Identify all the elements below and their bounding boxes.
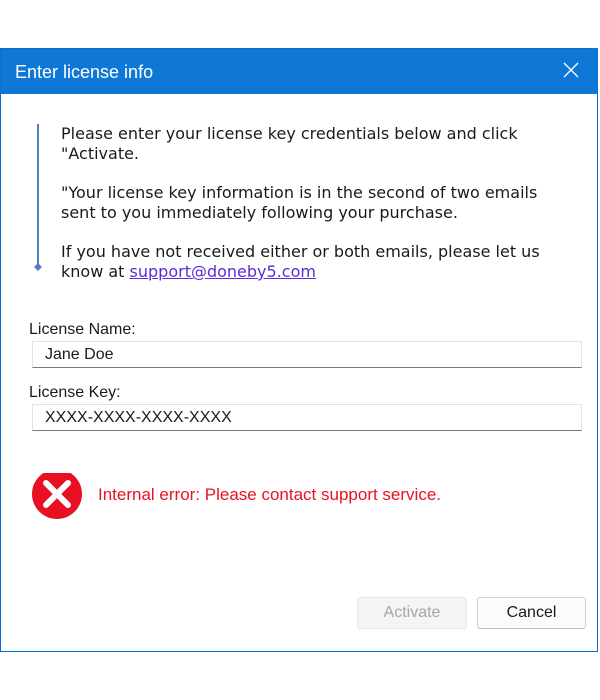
cancel-button[interactable]: Cancel: [477, 597, 586, 629]
info-text: Please enter your license key credential…: [61, 124, 571, 301]
info-block: Please enter your license key credential…: [34, 124, 577, 281]
error-message: Internal error: Please contact support s…: [98, 485, 441, 504]
license-key-input[interactable]: XXXX-XXXX-XXXX-XXXX: [32, 404, 582, 431]
error-circle-icon: [32, 469, 84, 525]
activate-button[interactable]: Activate: [357, 597, 467, 629]
info-accent-marker: [34, 263, 42, 271]
title-bar: Enter license info: [1, 49, 597, 94]
license-name-input[interactable]: Jane Doe: [32, 341, 582, 368]
support-email-link[interactable]: support@doneby5.com: [130, 262, 316, 281]
license-dialog: Enter license info Please enter your lic…: [0, 48, 598, 652]
error-row: Internal error: Please contact support s…: [32, 469, 572, 525]
license-name-label: License Name:: [29, 321, 136, 338]
info-paragraph-instructions: Please enter your license key credential…: [61, 124, 518, 163]
info-accent-line: [37, 124, 39, 268]
close-button[interactable]: [545, 49, 597, 94]
license-key-label: License Key:: [29, 384, 121, 401]
info-paragraph-support: If you have not received either or both …: [61, 242, 571, 282]
dialog-title: Enter license info: [15, 62, 154, 82]
close-icon: [563, 62, 579, 82]
info-paragraph-email-note: "Your license key information is in the …: [61, 183, 538, 222]
